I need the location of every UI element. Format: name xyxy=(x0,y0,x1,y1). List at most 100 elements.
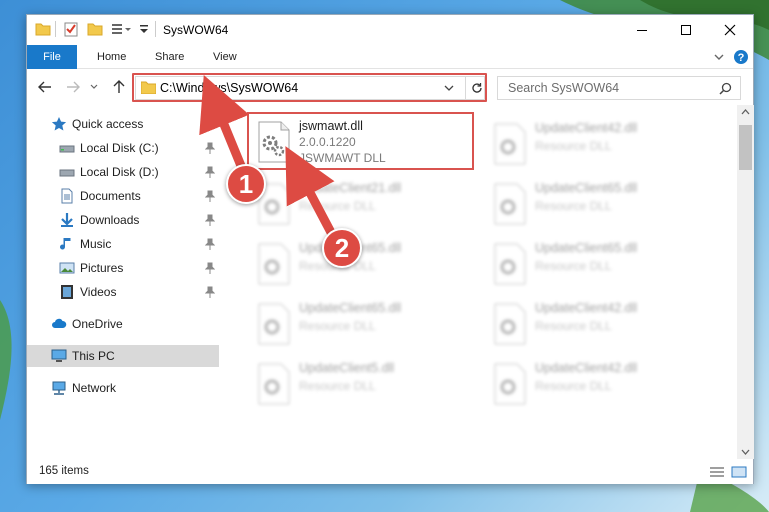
file-name: UpdateClient42.dll xyxy=(535,121,638,135)
drive-icon xyxy=(59,145,75,153)
tab-file[interactable]: File xyxy=(27,45,77,69)
file-name: UpdateClient21.dll xyxy=(299,181,402,195)
file-item[interactable]: UpdateClient42.dll Resource DLL xyxy=(485,115,707,173)
arrow-left-icon xyxy=(38,81,51,93)
pin-icon[interactable] xyxy=(205,166,215,178)
file-description: Resource DLL xyxy=(535,199,612,213)
sidebar-item-music[interactable]: Music xyxy=(27,233,219,255)
dll-file-icon xyxy=(494,243,526,285)
sidebar-item-label: OneDrive xyxy=(72,317,123,331)
scroll-thumb[interactable] xyxy=(739,125,752,170)
tab-share[interactable]: Share xyxy=(155,45,184,69)
help-icon[interactable]: ? xyxy=(733,49,749,65)
sidebar-item-label: Local Disk (C:) xyxy=(80,141,159,155)
details-view-icon[interactable] xyxy=(709,466,725,478)
minimize-button[interactable] xyxy=(619,15,665,45)
chevron-down-icon xyxy=(90,84,98,89)
pin-icon[interactable] xyxy=(205,238,215,250)
file-name: UpdateClient42.dll xyxy=(535,361,638,375)
sidebar-item-videos[interactable]: Videos xyxy=(27,281,219,303)
file-description: Resource DLL xyxy=(535,259,612,273)
file-item[interactable]: UpdateClient42.dll Resource DLL xyxy=(485,295,707,353)
up-button[interactable] xyxy=(111,79,127,95)
tab-home[interactable]: Home xyxy=(97,45,126,69)
dll-file-icon xyxy=(258,243,290,285)
dll-file-icon xyxy=(494,363,526,405)
network-icon xyxy=(52,381,66,395)
customize-toolbar-icon[interactable] xyxy=(111,21,133,37)
title-bar: SysWOW64 xyxy=(27,15,753,45)
sidebar-item-label: Pictures xyxy=(80,261,124,275)
recent-locations-button[interactable] xyxy=(89,79,99,95)
arrow-right-icon xyxy=(67,81,80,93)
file-name: UpdateClient65.dll xyxy=(535,241,638,255)
step-badge-2: 2 xyxy=(322,228,362,268)
step-badge-1: 1 xyxy=(226,164,266,204)
sidebar-item-label: This PC xyxy=(72,349,115,363)
search-icon[interactable] xyxy=(719,82,732,95)
scroll-down-icon[interactable] xyxy=(741,449,750,455)
large-icons-view-icon[interactable] xyxy=(731,466,747,478)
sidebar-item-this-pc[interactable]: This PC xyxy=(27,345,219,367)
forward-button[interactable] xyxy=(65,79,81,95)
address-row: C:\Windows\SysWOW64 Search SysWOW64 xyxy=(27,69,753,105)
folder-icon xyxy=(35,23,51,36)
pin-icon[interactable] xyxy=(205,262,215,274)
sidebar-item-label: Quick access xyxy=(72,117,144,131)
file-description: Resource DLL xyxy=(535,139,612,153)
scroll-up-icon[interactable] xyxy=(741,109,750,115)
expand-ribbon-icon[interactable] xyxy=(713,49,725,65)
sidebar-item-documents[interactable]: Documents xyxy=(27,185,219,207)
file-list: jswmawt.dll 2.0.0.1220 JSWMAWT DLL Updat… xyxy=(235,105,735,459)
sidebar-item-onedrive[interactable]: OneDrive xyxy=(27,313,219,335)
svg-text:?: ? xyxy=(738,52,745,64)
cloud-icon xyxy=(52,318,67,328)
sidebar-item-pictures[interactable]: Pictures xyxy=(27,257,219,279)
file-item[interactable]: UpdateClient5.dll Resource DLL xyxy=(249,355,471,413)
sidebar-item-network[interactable]: Network xyxy=(27,377,219,399)
explorer-window: SysWOW64 File Home Share View ? C:\Windo… xyxy=(26,14,754,484)
sidebar-item-local-disk-c[interactable]: Local Disk (C:) xyxy=(27,137,219,159)
star-icon xyxy=(51,117,67,131)
navigation-pane: Quick access Local Disk (C:) Local Disk … xyxy=(27,105,219,459)
file-item[interactable]: UpdateClient65.dll Resource DLL xyxy=(485,235,707,293)
pin-icon[interactable] xyxy=(205,286,215,298)
dll-file-icon xyxy=(258,303,290,345)
video-icon xyxy=(61,285,73,299)
file-item[interactable]: UpdateClient65.dll Resource DLL xyxy=(249,295,471,353)
music-icon xyxy=(60,238,71,250)
file-description: Resource DLL xyxy=(535,379,612,393)
file-item[interactable]: UpdateClient21.dll Resource DLL xyxy=(249,175,471,233)
sidebar-item-label: Downloads xyxy=(80,213,140,227)
computer-icon xyxy=(51,349,67,362)
download-icon xyxy=(61,213,73,227)
properties-icon[interactable] xyxy=(63,21,79,37)
maximize-button[interactable] xyxy=(663,15,709,45)
chevron-down-icon[interactable] xyxy=(139,21,149,37)
ribbon: File Home Share View ? xyxy=(27,45,753,69)
window-title: SysWOW64 xyxy=(163,23,229,37)
item-count: 165 items xyxy=(39,465,89,477)
file-item[interactable]: UpdateClient65.dll Resource DLL xyxy=(485,175,707,233)
file-item[interactable]: UpdateClient42.dll Resource DLL xyxy=(485,355,707,413)
drive-icon xyxy=(59,169,75,177)
sidebar-item-quick-access[interactable]: Quick access xyxy=(27,113,219,135)
back-button[interactable] xyxy=(37,79,53,95)
search-input[interactable]: Search SysWOW64 xyxy=(508,81,619,95)
pin-icon[interactable] xyxy=(205,190,215,202)
new-folder-icon[interactable] xyxy=(87,21,103,37)
close-button[interactable] xyxy=(707,15,753,45)
vertical-scrollbar[interactable] xyxy=(737,105,754,459)
sidebar-item-label: Music xyxy=(80,237,112,251)
sidebar-item-local-disk-d[interactable]: Local Disk (D:) xyxy=(27,161,219,183)
search-box[interactable]: Search SysWOW64 xyxy=(497,76,741,100)
sidebar-item-downloads[interactable]: Downloads xyxy=(27,209,219,231)
sidebar-item-label: Videos xyxy=(80,285,117,299)
file-name: UpdateClient65.dll xyxy=(299,301,402,315)
pin-icon[interactable] xyxy=(205,142,215,154)
sidebar-item-label: Documents xyxy=(80,189,141,203)
file-highlight-box xyxy=(247,112,474,170)
tab-view[interactable]: View xyxy=(213,45,237,69)
pin-icon[interactable] xyxy=(205,214,215,226)
file-name: UpdateClient5.dll xyxy=(299,361,395,375)
